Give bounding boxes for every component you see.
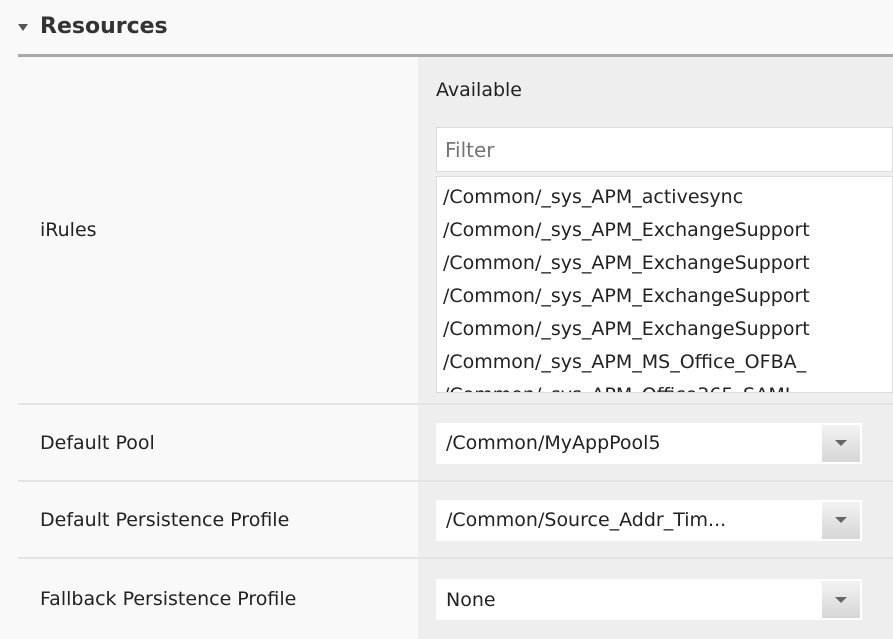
default-persistence-label: Default Persistence Profile <box>18 482 418 557</box>
default-persistence-select[interactable]: /Common/Source_Addr_Tim... <box>436 499 862 541</box>
resources-section-toggle[interactable]: Resources <box>18 8 168 44</box>
fallback-persistence-row: Fallback Persistence Profile None <box>18 559 893 639</box>
irules-available-list[interactable]: /Common/_sys_APM_activesync /Common/_sys… <box>436 176 893 393</box>
default-pool-row: Default Pool /Common/MyAppPool5 <box>18 405 893 482</box>
list-item[interactable]: /Common/_sys_APM_MS_Office_OFBA_ <box>437 346 892 379</box>
default-pool-value: /Common/MyAppPool5 <box>446 432 661 454</box>
irules-row: iRules Available /Common/_sys_APM_active… <box>18 57 893 405</box>
list-item[interactable]: /Common/_sys_APM_ExchangeSupport <box>437 214 892 247</box>
list-item[interactable]: /Common/_sys_APM_ExchangeSupport <box>437 247 892 280</box>
default-persistence-row: Default Persistence Profile /Common/Sour… <box>18 482 893 559</box>
dropdown-button[interactable] <box>822 424 860 462</box>
section-title: Resources <box>40 13 168 39</box>
default-persistence-value: /Common/Source_Addr_Tim... <box>446 509 727 531</box>
collapse-triangle-icon <box>18 23 28 31</box>
available-label: Available <box>436 79 523 101</box>
chevron-down-icon <box>835 596 847 603</box>
list-item[interactable]: /Common/_sys_APM_ExchangeSupport <box>437 280 892 313</box>
chevron-down-icon <box>835 440 847 446</box>
list-item[interactable]: /Common/_sys_APM_ExchangeSupport <box>437 313 892 346</box>
list-item[interactable]: /Common/_sys_APM_activesync <box>437 181 892 214</box>
dropdown-button[interactable] <box>822 581 860 618</box>
fallback-persistence-value: None <box>446 588 496 611</box>
dropdown-button[interactable] <box>822 501 860 539</box>
default-pool-label: Default Pool <box>18 405 418 480</box>
irules-label: iRules <box>18 57 418 403</box>
fallback-persistence-label: Fallback Persistence Profile <box>18 559 418 639</box>
default-pool-select[interactable]: /Common/MyAppPool5 <box>436 422 862 464</box>
fallback-persistence-select[interactable]: None <box>436 579 862 620</box>
list-item[interactable]: /Common/_sys_APM_Office365_SAML_ <box>437 379 892 392</box>
chevron-down-icon <box>835 517 847 523</box>
irules-filter-input[interactable] <box>436 127 893 172</box>
